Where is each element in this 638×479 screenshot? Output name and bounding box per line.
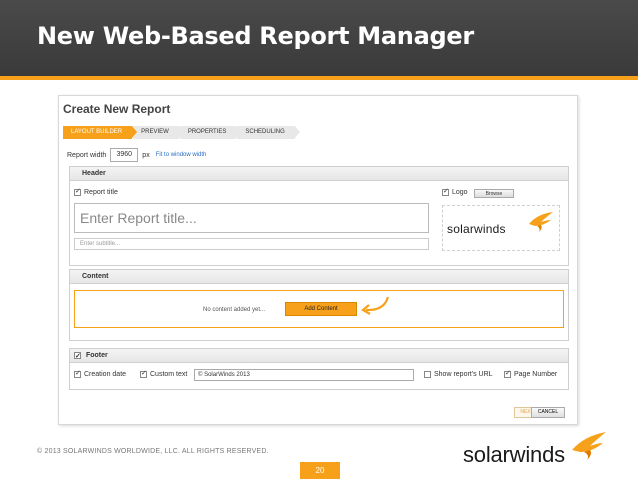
creation-date-label: Creation date bbox=[84, 371, 127, 378]
subtitle-input[interactable]: Enter subtitle... bbox=[74, 238, 429, 250]
cancel-button[interactable]: CANCEL bbox=[531, 407, 565, 418]
report-width-row: Report width 3960 px Fit to window width bbox=[67, 148, 206, 162]
show-url-label: Show report's URL bbox=[434, 371, 493, 378]
content-drop-area: No content added yet... Add Content bbox=[74, 290, 564, 328]
custom-text-label: Custom text bbox=[150, 371, 188, 378]
report-width-label: Report width bbox=[67, 151, 107, 159]
slide-title-bar: New Web-Based Report Manager bbox=[0, 0, 638, 76]
no-content-text: No content added yet... bbox=[203, 307, 266, 313]
create-report-heading: Create New Report bbox=[63, 102, 171, 116]
slide-title: New Web-Based Report Manager bbox=[37, 22, 474, 50]
wizard-steps: LAYOUT BUILDER PREVIEW PROPERTIES SCHEDU… bbox=[63, 126, 301, 139]
logo-checkbox[interactable] bbox=[442, 187, 449, 196]
report-width-unit: px bbox=[142, 151, 150, 159]
footer-checkbox[interactable] bbox=[74, 350, 81, 364]
logo-option[interactable]: Logo bbox=[442, 187, 468, 196]
show-url-checkbox[interactable] bbox=[424, 371, 431, 378]
header-section: Header Report title Enter Report title..… bbox=[69, 166, 569, 266]
copyright-text: © 2013 SOLARWINDS WORLDWIDE, LLC. ALL RI… bbox=[37, 448, 269, 455]
custom-text-option[interactable]: Custom text bbox=[140, 369, 188, 378]
add-content-button[interactable]: Add Content bbox=[285, 302, 357, 316]
logo-wordmark: solarwinds bbox=[447, 222, 506, 236]
creation-date-option[interactable]: Creation date bbox=[74, 369, 127, 378]
report-title-checkbox[interactable] bbox=[74, 187, 81, 196]
page-number-checkbox[interactable] bbox=[504, 369, 511, 378]
solarwinds-bird-icon bbox=[529, 212, 553, 232]
custom-text-checkbox[interactable] bbox=[140, 369, 147, 378]
footer-section: Footer Creation date Custom text © Solar… bbox=[69, 348, 569, 390]
show-url-option[interactable]: Show report's URL bbox=[424, 371, 493, 378]
wizard-step-properties[interactable]: PROPERTIES bbox=[179, 126, 241, 139]
wizard-step-layout-builder[interactable]: LAYOUT BUILDER bbox=[63, 126, 138, 139]
content-section-title: Content bbox=[70, 270, 568, 284]
logo-preview: solarwinds bbox=[442, 205, 560, 251]
brand-wordmark: solarwinds bbox=[463, 442, 565, 467]
page-number-option[interactable]: Page Number bbox=[504, 369, 558, 378]
title-accent-line bbox=[0, 76, 638, 80]
report-manager-screenshot: Create New Report LAYOUT BUILDER PREVIEW… bbox=[58, 95, 578, 425]
page-number-label: Page Number bbox=[514, 371, 558, 378]
report-title-input[interactable]: Enter Report title... bbox=[74, 203, 429, 233]
report-title-option[interactable]: Report title bbox=[74, 187, 118, 196]
report-title-label: Report title bbox=[84, 189, 118, 196]
curved-arrow-icon bbox=[361, 296, 390, 315]
custom-text-input[interactable]: © SolarWinds 2013 bbox=[194, 369, 414, 381]
logo-label: Logo bbox=[452, 189, 468, 196]
solarwinds-logo-icon bbox=[572, 432, 606, 460]
content-section: Content No content added yet... Add Cont… bbox=[69, 269, 569, 341]
wizard-step-preview[interactable]: PREVIEW bbox=[133, 126, 184, 139]
fit-to-window-link[interactable]: Fit to window width bbox=[156, 152, 207, 158]
footer-section-title: Footer bbox=[85, 352, 108, 359]
browse-button[interactable]: Browse bbox=[474, 189, 514, 198]
creation-date-checkbox[interactable] bbox=[74, 369, 81, 378]
header-section-title: Header bbox=[70, 167, 568, 181]
page-number: 20 bbox=[300, 462, 340, 479]
report-width-input[interactable]: 3960 bbox=[110, 148, 139, 162]
footer-section-header: Footer bbox=[70, 349, 568, 364]
wizard-step-scheduling[interactable]: SCHEDULING bbox=[237, 126, 301, 139]
